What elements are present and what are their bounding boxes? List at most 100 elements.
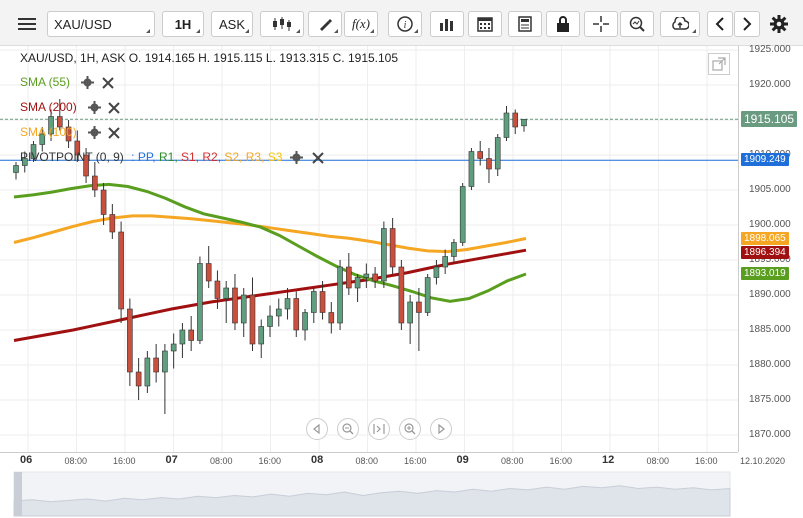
candle [293, 291, 300, 337]
close-icon[interactable] [108, 127, 121, 139]
candle [459, 183, 466, 246]
dropdown-caret-icon [245, 29, 249, 33]
candle [328, 302, 335, 334]
document-icon [518, 16, 532, 32]
volume-button[interactable] [430, 11, 464, 37]
time-tick-label: 16:00 [113, 456, 136, 466]
draw-tool-button[interactable] [308, 11, 342, 37]
day-tick-label: 06 [20, 454, 33, 466]
settings-button[interactable] [766, 11, 792, 37]
candle [424, 274, 431, 316]
dropdown-caret-icon [296, 29, 300, 33]
info-icon: i [397, 16, 413, 32]
fit-button[interactable] [368, 418, 390, 440]
scroll-right-button[interactable] [430, 418, 452, 440]
close-icon[interactable] [108, 102, 121, 114]
pivot-separator: : [131, 150, 135, 164]
calendar-button[interactable] [468, 11, 502, 37]
candle-body [197, 263, 203, 341]
scroll-left-button[interactable] [306, 418, 328, 440]
candle-body [153, 357, 159, 373]
price-tick-label: 1885.000 [749, 324, 791, 335]
timeframe-label: 1H [174, 16, 192, 32]
bar-chart-icon [440, 19, 453, 31]
news-button[interactable] [508, 11, 542, 37]
candle-body [118, 231, 124, 310]
zoom-in-button[interactable] [399, 418, 421, 440]
day-tick-label: 08 [311, 454, 324, 466]
pivot-legend: PIVOTPOINT (0, 9) : PP, R1, S1, R2, S2, … [20, 150, 324, 165]
price-type-selector[interactable]: ASK [211, 11, 253, 37]
candlestick-icon [273, 17, 291, 31]
pivot-label: PIVOTPOINT (0, 9) [20, 150, 124, 164]
candle-body [319, 291, 326, 313]
zoom-button[interactable] [620, 11, 654, 37]
candle-body [407, 301, 413, 324]
close-icon[interactable] [101, 77, 114, 89]
candle-body [258, 326, 265, 345]
time-tick-label: 08:00 [501, 456, 524, 466]
candle-body [424, 277, 431, 313]
candle-body [240, 294, 247, 324]
close-icon[interactable] [312, 152, 324, 164]
gear-icon[interactable] [289, 151, 303, 165]
gear-icon[interactable] [81, 76, 95, 90]
candle-body [144, 357, 151, 387]
upload-button[interactable] [660, 11, 700, 37]
candle [109, 204, 116, 239]
candle [468, 148, 475, 190]
next-button[interactable] [734, 11, 760, 37]
arrow-left-icon [313, 424, 320, 434]
pivot-level-label: S2, [224, 150, 246, 164]
pivot-level-label: PP, [137, 150, 159, 164]
candle [310, 288, 317, 323]
time-tick-label: 08:00 [64, 456, 88, 466]
lock-button[interactable] [546, 11, 580, 37]
candle-body [363, 273, 370, 278]
indicators-label: f(x) [351, 16, 371, 31]
candle-body [398, 266, 405, 324]
popout-button[interactable] [708, 53, 730, 75]
candle-body [100, 189, 107, 215]
candle-body [451, 242, 457, 257]
gear-icon[interactable] [88, 101, 102, 115]
pivot-level-label: R3, [245, 150, 268, 164]
sma55-price-badge: 1893.019 [741, 266, 789, 280]
candle [494, 134, 501, 176]
price-axis[interactable]: 1925.0001920.0001915.0001910.0001905.000… [738, 44, 803, 452]
candle-body [372, 273, 378, 282]
candle-body [346, 266, 352, 289]
candle [170, 333, 177, 369]
chart-type-button[interactable] [260, 11, 304, 37]
candle [407, 295, 413, 344]
candle-body [267, 315, 273, 327]
candle-body [205, 263, 212, 282]
timeframe-selector[interactable]: 1H [162, 11, 204, 37]
prev-button[interactable] [707, 11, 733, 37]
sma100-label: SMA (100) [20, 125, 77, 139]
navigator[interactable] [0, 470, 803, 518]
zoom-out-button[interactable] [337, 418, 359, 440]
candle-body [486, 158, 492, 170]
dropdown-caret-icon [414, 29, 418, 33]
candle [302, 309, 308, 341]
day-tick-label: 12 [602, 454, 615, 466]
candle [337, 260, 343, 330]
dropdown-caret-icon [370, 29, 374, 33]
search-icon [629, 16, 645, 32]
gear-icon[interactable] [88, 126, 102, 140]
hamburger-icon [18, 18, 36, 30]
sma55-label: SMA (55) [20, 75, 71, 89]
candle-body [170, 343, 177, 352]
chevron-right-icon [743, 17, 752, 31]
info-button[interactable]: i [388, 11, 422, 37]
symbol-selector[interactable]: XAU/USD [47, 11, 155, 37]
time-axis[interactable]: 12.10.2020 06 08:00 16:00 07 08:00 16:00 08 08:… [0, 452, 785, 470]
menu-button[interactable] [11, 11, 43, 37]
zoom-in-icon [404, 423, 416, 435]
indicators-button[interactable]: f(x) [344, 11, 378, 37]
dropdown-caret-icon [692, 29, 696, 33]
upload-icon [672, 17, 689, 30]
crosshair-button[interactable] [584, 11, 618, 37]
candle-body [293, 298, 300, 331]
